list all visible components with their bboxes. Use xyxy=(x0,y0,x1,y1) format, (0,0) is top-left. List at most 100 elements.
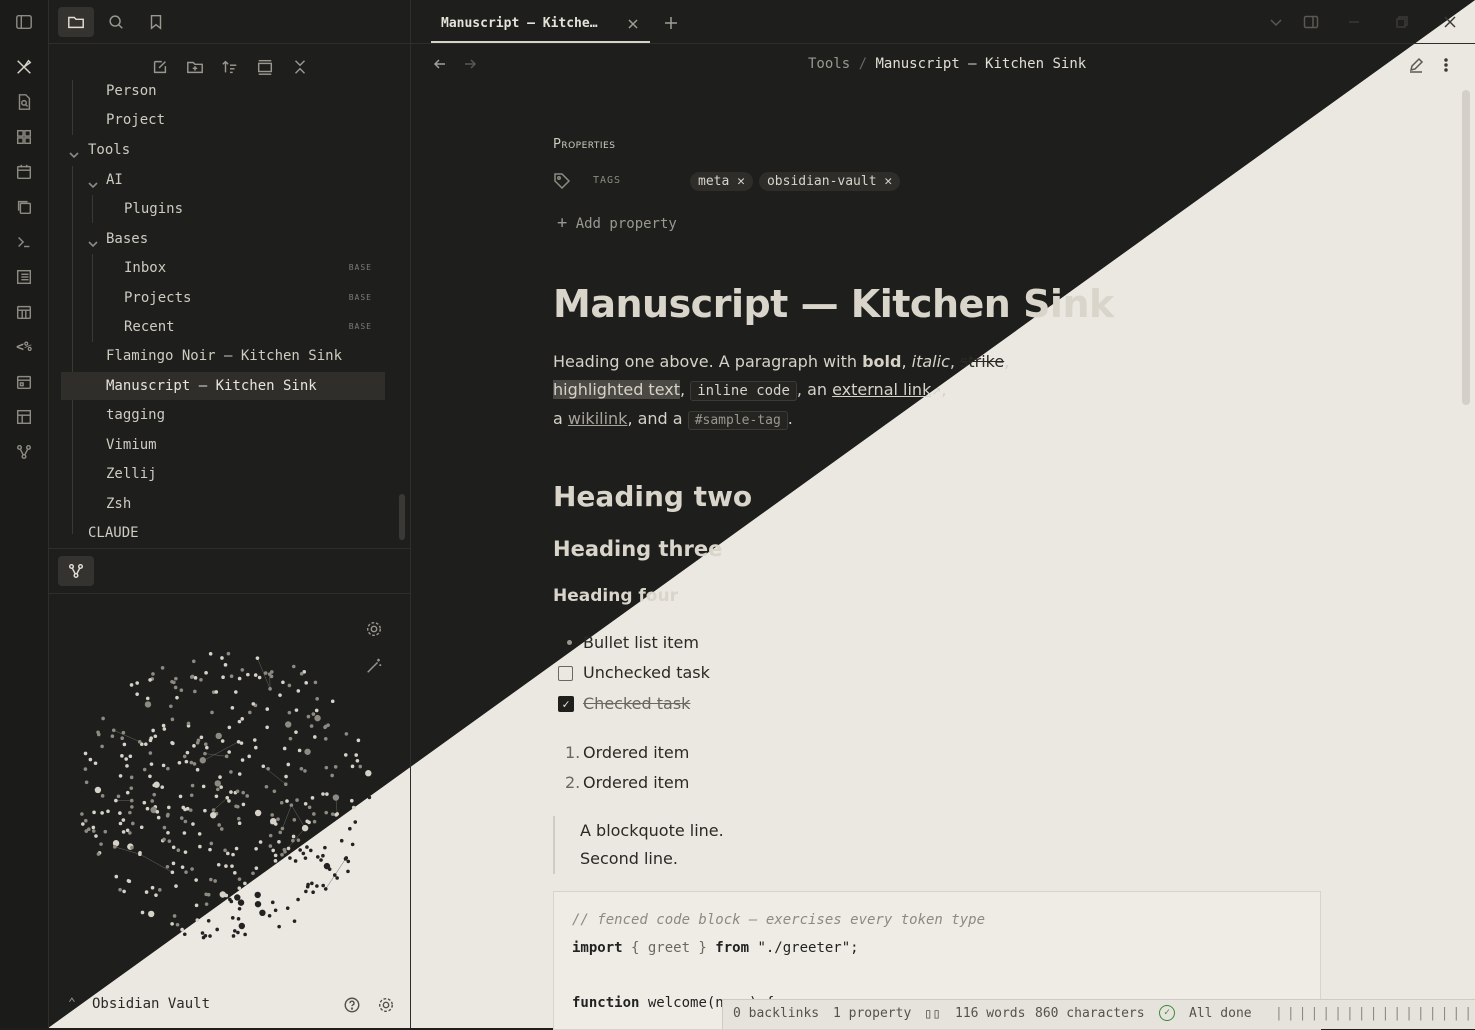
graph-node[interactable] xyxy=(80,812,84,816)
graph-node[interactable] xyxy=(191,784,195,788)
graph-node[interactable] xyxy=(163,826,167,830)
graph-node[interactable] xyxy=(294,859,298,863)
vault-switcher-icon[interactable]: ⌃ xyxy=(68,996,76,1011)
task-checkbox-checked[interactable]: ✓ xyxy=(558,696,574,712)
sync-status[interactable]: All done xyxy=(1189,1006,1252,1021)
graph-node[interactable] xyxy=(237,817,241,821)
graph-node[interactable] xyxy=(135,692,139,696)
graph-node[interactable] xyxy=(243,933,247,937)
graph-node[interactable] xyxy=(264,671,268,675)
task-checkbox-unchecked[interactable] xyxy=(558,666,573,681)
chevron-down-icon[interactable] xyxy=(88,175,98,185)
graph-node[interactable] xyxy=(130,776,134,780)
graph-node[interactable] xyxy=(298,848,302,852)
list-icon[interactable] xyxy=(12,265,36,289)
graph-node[interactable] xyxy=(162,838,166,842)
graph-node[interactable] xyxy=(215,794,219,798)
tags-value[interactable]: meta ✕obsidian-vault ✕ xyxy=(690,170,906,191)
graph-node[interactable] xyxy=(150,799,154,803)
auto-reveal-icon[interactable] xyxy=(247,52,283,82)
graph-node[interactable] xyxy=(255,866,259,870)
graph-node[interactable] xyxy=(292,665,296,669)
graph-node[interactable] xyxy=(245,794,249,798)
graph-node[interactable] xyxy=(254,746,258,750)
graph-node[interactable] xyxy=(281,680,285,684)
graph-node[interactable] xyxy=(238,821,242,825)
graph-node[interactable] xyxy=(268,914,272,918)
graph-node[interactable] xyxy=(358,765,362,769)
graph-node[interactable] xyxy=(229,770,233,774)
graph-node[interactable] xyxy=(238,677,242,681)
graph-node[interactable] xyxy=(141,911,145,915)
graph-node[interactable] xyxy=(205,902,209,906)
graph-node[interactable] xyxy=(224,864,228,868)
graph-node[interactable] xyxy=(199,678,203,682)
graph-node[interactable] xyxy=(351,843,355,847)
graph-node[interactable] xyxy=(130,799,134,803)
graph-node[interactable] xyxy=(302,825,308,831)
graph-node[interactable] xyxy=(324,737,328,741)
graph-node[interactable] xyxy=(274,859,278,863)
inline-tag[interactable]: #sample-tag xyxy=(688,411,788,430)
graph-node[interactable] xyxy=(95,787,101,793)
chevron-down-icon[interactable] xyxy=(69,145,79,155)
tree-folder-bases[interactable]: Bases xyxy=(106,225,148,253)
graph-node[interactable] xyxy=(151,729,155,733)
graph-node[interactable] xyxy=(314,681,318,685)
graph-node[interactable] xyxy=(179,795,183,799)
graph-node[interactable] xyxy=(96,730,100,734)
file-search-icon[interactable] xyxy=(12,90,36,114)
graph-node[interactable] xyxy=(200,736,204,740)
graph-node[interactable] xyxy=(273,789,277,793)
graph-node[interactable] xyxy=(278,693,282,697)
graph-node[interactable] xyxy=(217,863,221,867)
breadcrumb-parent[interactable]: Tools xyxy=(808,56,850,72)
graph-node[interactable] xyxy=(291,839,295,843)
graph-node[interactable] xyxy=(348,827,352,831)
pen-tool-icon[interactable] xyxy=(12,55,36,79)
graph-node[interactable] xyxy=(240,668,244,672)
calendar-grid-icon[interactable] xyxy=(12,300,36,324)
graph-node[interactable] xyxy=(330,774,334,778)
graph-node[interactable] xyxy=(151,672,155,676)
graph-node[interactable] xyxy=(235,847,239,851)
graph-node[interactable] xyxy=(259,910,265,916)
graph-node[interactable] xyxy=(203,752,207,756)
graph-node[interactable] xyxy=(312,812,316,816)
remove-tag-icon[interactable]: ✕ xyxy=(737,174,745,189)
graph-node[interactable] xyxy=(300,672,304,676)
graph-node[interactable] xyxy=(125,764,129,768)
new-folder-icon[interactable] xyxy=(177,52,213,82)
graph-node[interactable] xyxy=(154,893,158,897)
sort-icon[interactable] xyxy=(212,52,248,82)
graph-node[interactable] xyxy=(205,746,209,750)
graph-node[interactable] xyxy=(231,853,235,857)
graph-node[interactable] xyxy=(324,811,328,815)
graph-node[interactable] xyxy=(148,911,154,917)
graph-node[interactable] xyxy=(120,754,124,758)
graph-node[interactable] xyxy=(236,789,240,793)
terminal-icon[interactable] xyxy=(12,230,36,254)
graph-node[interactable] xyxy=(297,838,301,842)
graph-node[interactable] xyxy=(296,898,300,902)
forward-arrow-icon[interactable] xyxy=(460,54,480,74)
graph-node[interactable] xyxy=(122,830,126,834)
graph-node[interactable] xyxy=(331,699,335,703)
graph-node[interactable] xyxy=(295,708,299,712)
graph-node[interactable] xyxy=(117,794,121,798)
graph-node[interactable] xyxy=(157,816,161,820)
graph-node[interactable] xyxy=(190,867,194,871)
graph-node[interactable] xyxy=(283,747,287,751)
graph-node[interactable] xyxy=(168,839,172,843)
graph-node[interactable] xyxy=(186,751,190,755)
close-window-icon[interactable] xyxy=(1440,12,1460,32)
graph-node[interactable] xyxy=(227,799,231,803)
graph-node[interactable] xyxy=(254,847,258,851)
graph-node[interactable] xyxy=(321,854,325,858)
graph-node[interactable] xyxy=(274,854,278,858)
sync-check-icon[interactable]: ✓ xyxy=(1159,1005,1175,1021)
graph-node[interactable] xyxy=(158,888,162,892)
graph-node[interactable] xyxy=(255,810,261,816)
graph-node[interactable] xyxy=(197,738,201,742)
graph-node[interactable] xyxy=(297,689,301,693)
